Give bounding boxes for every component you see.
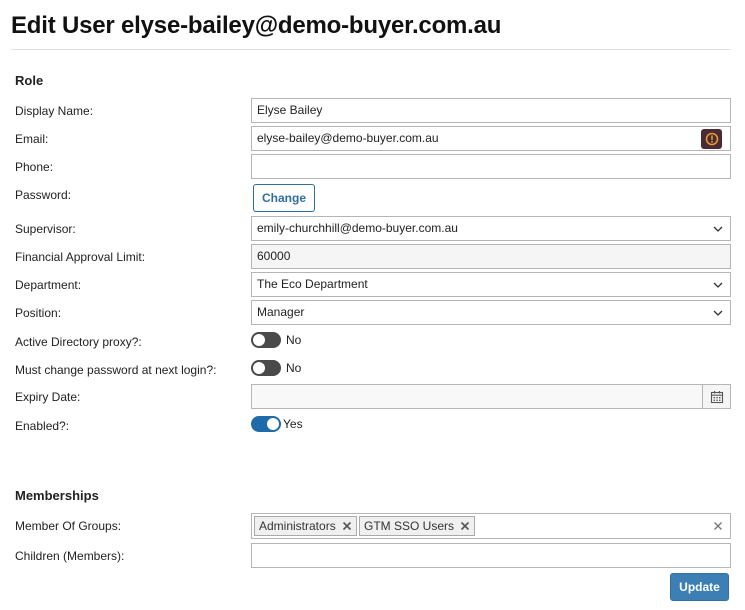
position-select[interactable]: Manager bbox=[251, 300, 731, 325]
supervisor-label: Supervisor: bbox=[15, 222, 76, 236]
enabled-state: Yes bbox=[283, 417, 303, 431]
must-change-password-state: No bbox=[286, 361, 302, 375]
remove-tag-icon[interactable] bbox=[460, 521, 470, 531]
phone-input[interactable] bbox=[251, 154, 731, 179]
children-label: Children (Members): bbox=[15, 549, 125, 563]
ad-proxy-toggle-group: No bbox=[251, 332, 301, 348]
must-change-password-toggle-group: No bbox=[251, 360, 301, 376]
display-name-row: Display Name: Elyse Bailey bbox=[0, 98, 745, 124]
page-title: Edit User elyse-bailey@demo-buyer.com.au bbox=[11, 12, 502, 39]
password-row: Password: Change bbox=[0, 184, 745, 212]
position-label: Position: bbox=[15, 306, 62, 320]
role-section-heading: Role bbox=[15, 73, 44, 88]
department-row: Department: The Eco Department bbox=[0, 272, 745, 298]
children-input[interactable] bbox=[251, 543, 731, 568]
group-tag: GTM SSO Users bbox=[359, 516, 476, 536]
display-name-label: Display Name: bbox=[15, 104, 94, 118]
display-name-input[interactable]: Elyse Bailey bbox=[251, 98, 731, 123]
group-tag: Administrators bbox=[254, 516, 357, 536]
calendar-button[interactable] bbox=[702, 385, 730, 408]
group-tag-label: Administrators bbox=[259, 519, 336, 533]
supervisor-value: emily-churchhill@demo-buyer.com.au bbox=[257, 221, 458, 235]
position-row: Position: Manager bbox=[0, 300, 745, 326]
memberships-section-heading: Memberships bbox=[15, 488, 99, 503]
member-of-groups-label: Member Of Groups: bbox=[15, 519, 122, 533]
department-label: Department: bbox=[15, 278, 82, 292]
phone-label: Phone: bbox=[15, 160, 54, 174]
email-value: elyse-bailey@demo-buyer.com.au bbox=[257, 131, 439, 145]
update-button[interactable]: Update bbox=[670, 573, 729, 601]
email-input[interactable]: elyse-bailey@demo-buyer.com.au bbox=[251, 126, 731, 151]
expiry-date-label: Expiry Date: bbox=[15, 390, 81, 404]
change-password-button[interactable]: Change bbox=[253, 184, 315, 212]
must-change-password-row: Must change password at next login?: No bbox=[0, 357, 745, 383]
must-change-password-toggle[interactable] bbox=[251, 360, 281, 376]
expiry-date-row: Expiry Date: bbox=[0, 384, 745, 410]
phone-row: Phone: bbox=[0, 154, 745, 180]
chevron-down-icon bbox=[713, 282, 723, 288]
department-select[interactable]: The Eco Department bbox=[251, 272, 731, 297]
toggle-knob bbox=[253, 334, 265, 346]
enabled-toggle[interactable] bbox=[251, 416, 281, 432]
title-divider bbox=[11, 49, 731, 50]
warning-icon bbox=[705, 132, 718, 146]
expiry-date-input[interactable] bbox=[251, 384, 731, 409]
financial-limit-row: Financial Approval Limit: 60000 bbox=[0, 244, 745, 270]
enabled-row: Enabled?: Yes bbox=[0, 413, 745, 439]
financial-limit-input[interactable]: 60000 bbox=[251, 244, 731, 269]
supervisor-select[interactable]: emily-churchhill@demo-buyer.com.au bbox=[251, 216, 731, 241]
children-row: Children (Members): bbox=[0, 543, 745, 569]
ad-proxy-state: No bbox=[286, 333, 302, 347]
ad-proxy-label: Active Directory proxy?: bbox=[15, 335, 142, 349]
group-tag-label: GTM SSO Users bbox=[364, 519, 455, 533]
financial-limit-label: Financial Approval Limit: bbox=[15, 250, 146, 264]
email-label: Email: bbox=[15, 132, 49, 146]
enabled-label: Enabled?: bbox=[15, 419, 70, 433]
chevron-down-icon bbox=[713, 310, 723, 316]
toggle-knob bbox=[253, 362, 265, 374]
supervisor-row: Supervisor: emily-churchhill@demo-buyer.… bbox=[0, 216, 745, 242]
ad-proxy-row: Active Directory proxy?: No bbox=[0, 329, 745, 355]
remove-tag-icon[interactable] bbox=[342, 521, 352, 531]
department-value: The Eco Department bbox=[257, 277, 368, 291]
member-of-groups-input[interactable]: Administrators GTM SSO Users bbox=[251, 513, 731, 539]
calendar-icon bbox=[710, 390, 723, 403]
must-change-password-label: Must change password at next login?: bbox=[15, 363, 217, 377]
clear-all-icon[interactable] bbox=[713, 521, 723, 531]
toggle-knob bbox=[267, 418, 279, 430]
email-warning-button[interactable] bbox=[701, 129, 722, 149]
member-of-groups-row: Member Of Groups: Administrators GTM SSO… bbox=[0, 513, 745, 539]
ad-proxy-toggle[interactable] bbox=[251, 332, 281, 348]
email-row: Email: elyse-bailey@demo-buyer.com.au bbox=[0, 126, 745, 152]
enabled-toggle-group: Yes bbox=[251, 416, 303, 432]
position-value: Manager bbox=[257, 305, 305, 319]
password-label: Password: bbox=[15, 188, 72, 202]
chevron-down-icon bbox=[713, 226, 723, 232]
